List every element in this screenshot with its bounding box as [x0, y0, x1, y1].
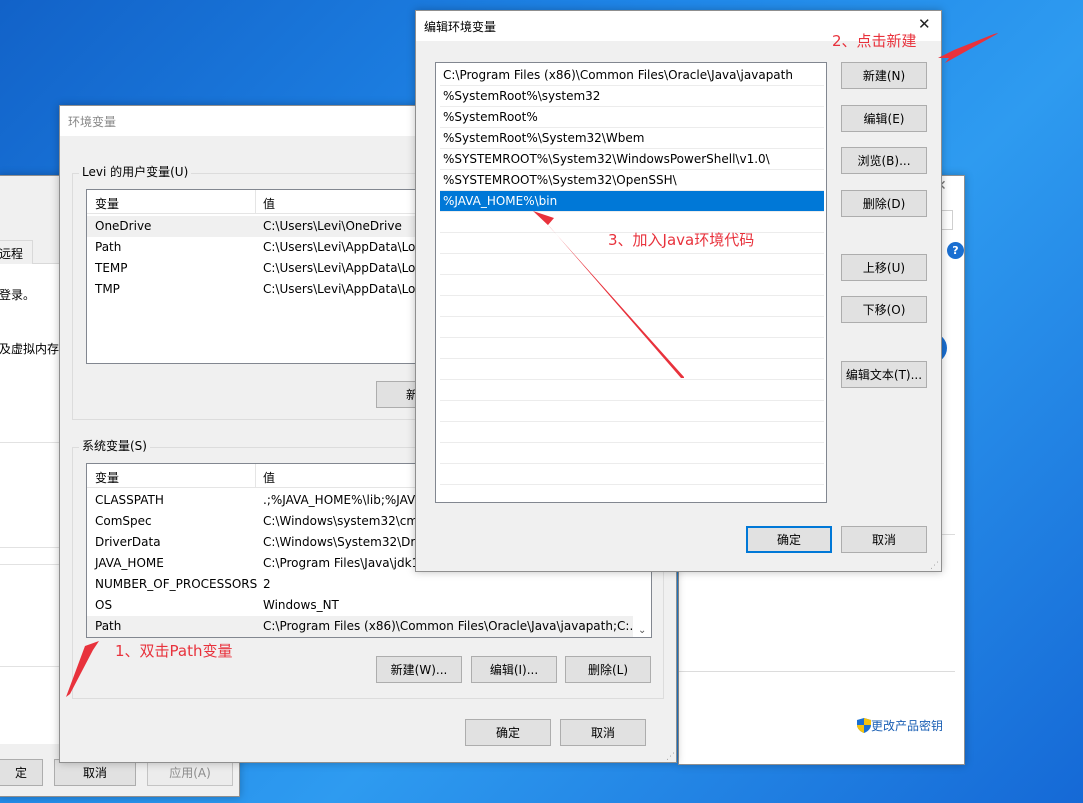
annotation-arrows — [66, 33, 998, 697]
arrow-2-icon — [938, 33, 998, 63]
annotation-step-2: 2、点击新建 — [832, 32, 917, 50]
annotation-step-3: 3、加入Java环境代码 — [608, 231, 755, 249]
arrow-1-icon — [66, 641, 99, 697]
annotation-step-1: 1、双击Path变量 — [115, 642, 233, 660]
